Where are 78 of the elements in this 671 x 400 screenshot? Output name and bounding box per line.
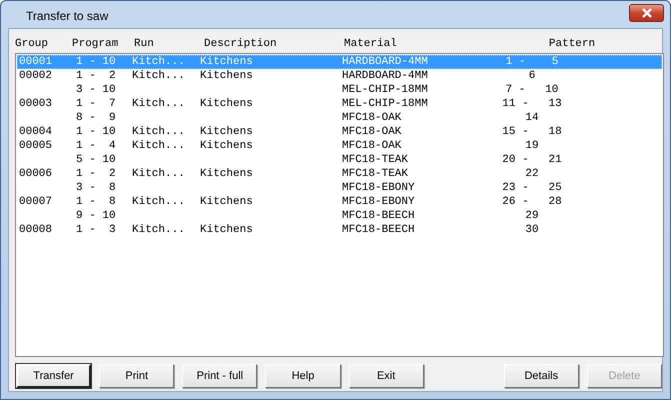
table-cell-text: Kitchens [200, 167, 254, 181]
table-cell-text: 00007 [18, 195, 54, 209]
column-header: Pattern [548, 38, 596, 52]
table-cell-text: HARDBOARD-4MM [342, 55, 429, 69]
table-cell-text: 1 - 7 [76, 97, 117, 111]
table-cell-text: 00005 [18, 139, 54, 153]
table-cell-text: MFC18-EBONY [342, 195, 416, 209]
table-cell-text: Kitch... [132, 139, 186, 153]
column-header: Description [204, 38, 278, 52]
table-cell-text: 9 - 10 [76, 209, 117, 223]
table-cell-text: 00001 [18, 55, 54, 69]
table-cell-text: Kitch... [132, 195, 186, 209]
table-cell-text: Kitch... [132, 223, 186, 237]
table-cell-text: 30 [524, 223, 540, 237]
table-cell-text: 14 [524, 111, 540, 125]
table-cell-text: 5 - 10 [76, 153, 117, 167]
dialog-button[interactable]: Help [265, 364, 341, 388]
table-cell-text: Kitchens [200, 195, 254, 209]
close-icon [640, 8, 652, 18]
table-cell-text: Kitchens [200, 139, 254, 153]
table-cell-text: 15 - 18 [501, 125, 563, 139]
dialog-button[interactable]: Print [99, 364, 174, 388]
table-cell-text: Kitch... [132, 69, 186, 83]
table-cell-text: Kitchens [200, 55, 254, 69]
table-cell-text: MFC18-OAK [342, 125, 402, 139]
table-cell-text: MFC18-BEECH [342, 223, 416, 237]
table-cell-text: Kitch... [132, 55, 186, 69]
column-header: Group [15, 38, 50, 52]
table-cell-text: 00004 [18, 125, 54, 139]
column-header: Material [344, 38, 398, 52]
table-cell-text: MFC18-OAK [342, 111, 402, 125]
table-cell-text: 00008 [18, 223, 54, 237]
column-header: Run [134, 38, 155, 52]
table-cell-text: Kitch... [132, 125, 186, 139]
table-cell-text: Kitchens [200, 125, 254, 139]
table-cell-text: 1 - 10 [76, 55, 117, 69]
table-cell-text: 22 [524, 167, 540, 181]
table-cell-text: Kitch... [132, 167, 186, 181]
table-cell-text: 20 - 21 [501, 153, 563, 167]
table-cell-text: Kitchens [200, 223, 254, 237]
table-cell-text: Kitchens [200, 97, 254, 111]
table-cell-text: 1 - 2 [76, 69, 117, 83]
table-cell-text: 6 [528, 69, 536, 83]
table-cell-text: 00003 [18, 97, 54, 111]
table-cell-text: 00002 [18, 69, 54, 83]
column-header: Program [72, 38, 120, 52]
table-cell-text: 1 - 8 [76, 195, 117, 209]
table-cell-text: 1 - 4 [76, 139, 117, 153]
table-cell-text: 00006 [18, 167, 54, 181]
window-title: Transfer to saw [25, 8, 108, 22]
dialog-button[interactable]: Print - full [182, 364, 258, 388]
dialog-button[interactable]: Transfer [16, 364, 92, 388]
table-cell-text: 7 - 10 [504, 83, 560, 97]
close-button[interactable] [629, 4, 664, 22]
table-cell-text: MEL-CHIP-18MM [342, 83, 429, 97]
table-cell-text: 1 - 2 [76, 167, 117, 181]
table-cell-text: 1 - 10 [76, 125, 117, 139]
table-cell-text: 19 [524, 139, 540, 153]
table-cell-text: MFC18-TEAK [342, 167, 410, 181]
table-cell-text: 29 [524, 209, 540, 223]
table-cell-text: MFC18-TEAK [342, 153, 410, 167]
table-cell-text: 8 - 9 [76, 111, 117, 125]
table-cell-text: HARDBOARD-4MM [342, 69, 429, 83]
table-cell-text: Kitch... [132, 97, 186, 111]
table-cell-text: Kitchens [200, 69, 254, 83]
table-cell-text: 1 - 3 [76, 223, 117, 237]
table-cell-text: MEL-CHIP-18MM [342, 97, 429, 111]
table-cell-text: MFC18-EBONY [342, 181, 416, 195]
table-cell-text: 3 - 10 [76, 83, 117, 97]
table-cell-text: 1 - 5 [504, 55, 560, 69]
table-cell-text: 11 - 13 [501, 97, 563, 111]
dialog-button[interactable]: Details [504, 364, 579, 388]
table-cell-text: 3 - 8 [76, 181, 117, 195]
table-cell-text: MFC18-OAK [342, 139, 402, 153]
table-cell-text: 23 - 25 [501, 181, 563, 195]
dialog-button[interactable]: Exit [348, 364, 424, 388]
table-cell-text: 26 - 28 [501, 195, 563, 209]
table-cell-text: MFC18-BEECH [342, 209, 416, 223]
